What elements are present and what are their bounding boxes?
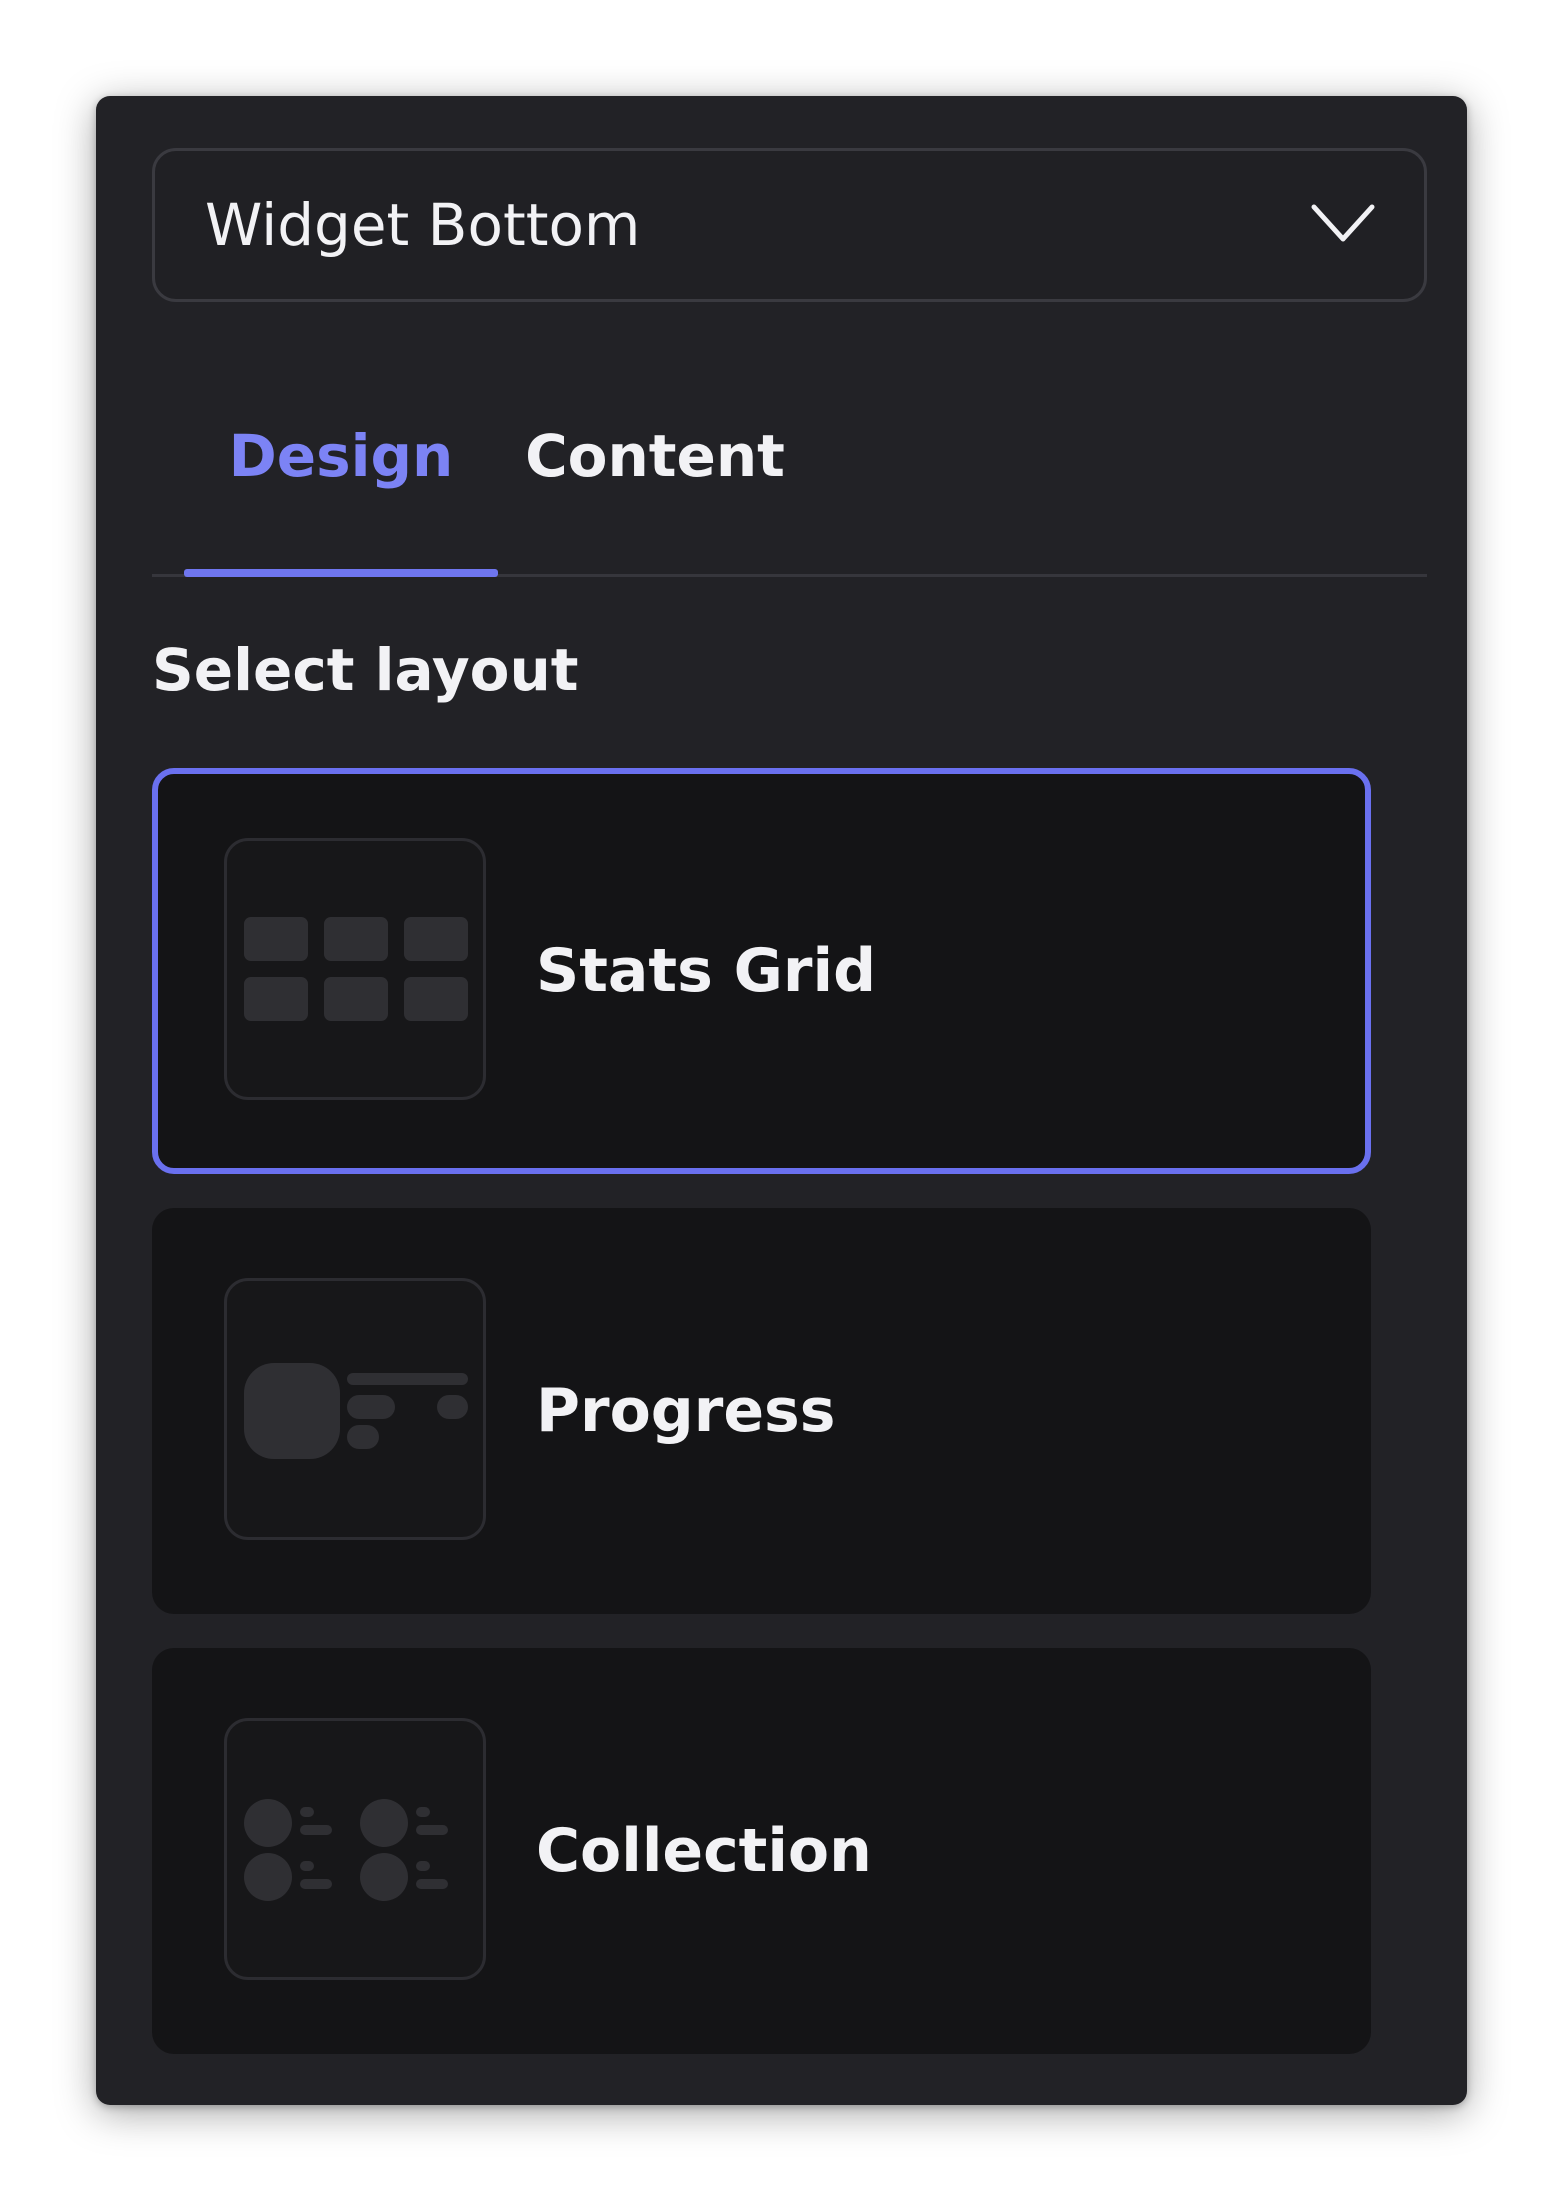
progress-layout-icon	[244, 1363, 468, 1459]
layout-option-label: Stats Grid	[536, 936, 877, 1006]
tab-design[interactable]: Design	[184, 396, 498, 571]
active-tab-indicator	[184, 569, 498, 577]
layout-thumbnail	[224, 1718, 486, 1980]
layout-thumbnail	[224, 838, 486, 1100]
tab-content[interactable]: Content	[498, 396, 812, 571]
collection-layout-icon	[244, 1799, 448, 1901]
widget-position-dropdown[interactable]: Widget Bottom	[152, 148, 1427, 302]
tab-bar: Design Content	[152, 396, 1427, 577]
layout-thumbnail	[224, 1278, 486, 1540]
section-title: Select layout	[152, 636, 579, 704]
layout-settings-panel: Widget Bottom Design Content Select layo…	[96, 96, 1467, 2105]
layout-option-label: Collection	[536, 1816, 872, 1886]
stats-grid-icon	[244, 917, 468, 1021]
chevron-down-icon	[1311, 204, 1375, 242]
layout-option-progress[interactable]: Progress	[152, 1208, 1371, 1614]
layout-option-collection[interactable]: Collection	[152, 1648, 1371, 2054]
dropdown-selected-value: Widget Bottom	[205, 191, 641, 259]
layout-option-stats-grid[interactable]: Stats Grid	[152, 768, 1371, 1174]
layout-option-label: Progress	[536, 1376, 836, 1446]
